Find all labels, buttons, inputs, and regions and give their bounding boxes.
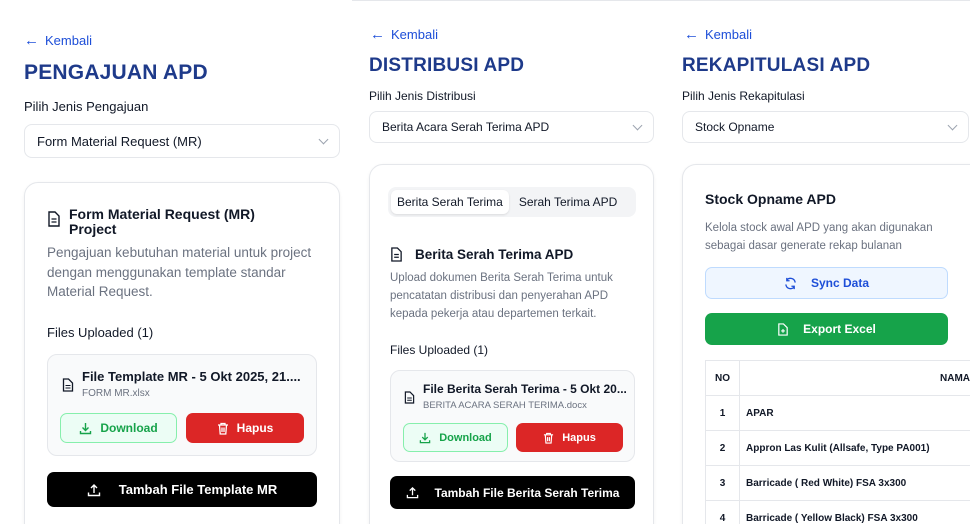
table-row: 1 APAR bbox=[705, 395, 970, 431]
table-row: 4 Barricade ( Yellow Black) FSA 3x300 bbox=[705, 500, 970, 524]
file-name: File Berita Serah Terima - 5 Okt 20... bbox=[423, 382, 627, 396]
tab-bar: Berita Serah Terima Serah Terima APD bbox=[388, 187, 636, 217]
header-no: NO bbox=[705, 360, 740, 396]
select-label: Pilih Jenis Pengajuan bbox=[24, 99, 149, 114]
select-value: Stock Opname bbox=[695, 120, 775, 134]
page-title: DISTRIBUSI APD bbox=[369, 55, 525, 76]
chevron-down-icon bbox=[318, 134, 329, 144]
back-label: Kembali bbox=[45, 33, 92, 48]
chevron-down-icon bbox=[632, 120, 643, 130]
document-icon bbox=[48, 211, 60, 227]
tab-berita-serah-terima[interactable]: Berita Serah Terima bbox=[391, 190, 509, 214]
card-title-line2: Project bbox=[69, 221, 117, 237]
card-title: Form Material Request (MR) Project bbox=[47, 207, 255, 237]
back-link[interactable]: ← Kembali bbox=[24, 33, 92, 48]
files-uploaded-label: Files Uploaded (1) bbox=[47, 325, 154, 340]
select-value: Form Material Request (MR) bbox=[37, 133, 202, 149]
page-title: PENGAJUAN APD bbox=[24, 61, 208, 84]
card-title: Stock Opname APD bbox=[705, 191, 836, 207]
table-row: 3 Barricade ( Red White) FSA 3x300 bbox=[705, 465, 970, 501]
delete-button[interactable]: Hapus bbox=[186, 413, 304, 443]
row-no: 4 bbox=[705, 500, 740, 524]
upload-icon bbox=[406, 486, 418, 499]
file-icon bbox=[404, 391, 415, 404]
arrow-left-icon: ← bbox=[370, 26, 385, 43]
select-value: Berita Acara Serah Terima APD bbox=[382, 120, 550, 134]
chevron-down-icon bbox=[947, 120, 958, 130]
file-export-icon bbox=[778, 322, 788, 336]
arrow-left-icon: ← bbox=[684, 26, 699, 43]
row-name: Barricade ( Red White) FSA 3x300 bbox=[739, 465, 970, 501]
document-icon bbox=[391, 247, 402, 262]
card-description: Kelola stock awal APD yang akan digunaka… bbox=[705, 222, 933, 253]
trash-icon bbox=[544, 432, 554, 444]
file-subname: BERITA ACARA SERAH TERIMA.docx bbox=[423, 400, 587, 411]
row-name: Barricade ( Yellow Black) FSA 3x300 bbox=[739, 500, 970, 524]
arrow-left-icon: ← bbox=[24, 32, 39, 49]
table-header-row: NO NAMA bbox=[705, 360, 970, 396]
row-no: 1 bbox=[705, 395, 740, 431]
download-button[interactable]: Download bbox=[403, 423, 508, 452]
sync-data-label: Sync Data bbox=[810, 276, 870, 290]
header-nama: NAMA bbox=[739, 360, 970, 396]
jenis-pengajuan-select[interactable]: Form Material Request (MR) bbox=[24, 124, 340, 158]
delete-label: Hapus bbox=[236, 421, 274, 435]
row-name: Appron Las Kulit (Allsafe, Type PA001) bbox=[739, 430, 970, 466]
add-template-label: Tambah File Template MR bbox=[118, 482, 278, 497]
add-template-button[interactable]: Tambah File Template MR bbox=[47, 472, 317, 507]
file-name: File Template MR - 5 Okt 2025, 21.... bbox=[82, 369, 301, 384]
delete-label: Hapus bbox=[562, 431, 596, 444]
download-icon bbox=[419, 432, 431, 443]
add-berita-label: Tambah File Berita Serah Terima bbox=[434, 485, 620, 500]
card-title-text: Berita Serah Terima APD bbox=[415, 247, 574, 262]
back-link[interactable]: ← Kembali bbox=[370, 27, 438, 42]
add-berita-button[interactable]: Tambah File Berita Serah Terima bbox=[390, 476, 635, 509]
download-label: Download bbox=[100, 421, 158, 435]
back-label: Kembali bbox=[391, 27, 438, 42]
refresh-icon bbox=[785, 277, 796, 289]
upload-icon bbox=[87, 483, 100, 496]
select-label: Pilih Jenis Distribusi bbox=[369, 89, 476, 103]
download-label: Download bbox=[439, 431, 492, 444]
back-label: Kembali bbox=[705, 27, 752, 42]
trash-icon bbox=[217, 422, 228, 435]
select-label: Pilih Jenis Rekapitulasi bbox=[682, 89, 805, 103]
page-title: REKAPITULASI APD bbox=[682, 55, 871, 76]
top-divider bbox=[670, 0, 970, 1]
row-no: 2 bbox=[705, 430, 740, 466]
tab-serah-terima-apd[interactable]: Serah Terima APD bbox=[513, 190, 624, 214]
rekapitulasi-panel: ← Kembali REKAPITULASI APD Pilih Jenis R… bbox=[670, 0, 970, 524]
distribusi-panel: ← Kembali DISTRIBUSI APD Pilih Jenis Dis… bbox=[352, 0, 670, 524]
export-excel-button[interactable]: Export Excel bbox=[705, 313, 948, 345]
file-item: File Berita Serah Terima - 5 Okt 20... B… bbox=[390, 370, 635, 462]
jenis-distribusi-select[interactable]: Berita Acara Serah Terima APD bbox=[369, 111, 654, 143]
top-divider bbox=[352, 0, 670, 1]
files-uploaded-label: Files Uploaded (1) bbox=[390, 343, 489, 357]
download-icon bbox=[80, 422, 92, 434]
file-item: File Template MR - 5 Okt 2025, 21.... FO… bbox=[47, 354, 317, 456]
row-no: 3 bbox=[705, 465, 740, 501]
stock-opname-card: Stock Opname APD Kelola stock awal APD y… bbox=[682, 164, 970, 524]
stock-table: NO NAMA 1 APAR 2 Appron Las Kulit (Allsa… bbox=[705, 360, 970, 524]
card-title: Berita Serah Terima APD bbox=[390, 247, 573, 262]
jenis-rekapitulasi-select[interactable]: Stock Opname bbox=[682, 111, 969, 143]
card-title-line1: Form Material Request (MR) bbox=[69, 206, 255, 222]
sync-data-button[interactable]: Sync Data bbox=[705, 267, 948, 299]
table-row: 2 Appron Las Kulit (Allsafe, Type PA001) bbox=[705, 430, 970, 466]
file-subname: FORM MR.xlsx bbox=[82, 388, 150, 399]
download-button[interactable]: Download bbox=[60, 413, 177, 443]
delete-button[interactable]: Hapus bbox=[516, 423, 623, 452]
mr-card: Form Material Request (MR) Project Penga… bbox=[24, 182, 340, 524]
page: ← Kembali PENGAJUAN APD Pilih Jenis Peng… bbox=[0, 0, 970, 524]
distribusi-card: Berita Serah Terima Serah Terima APD Ber… bbox=[369, 164, 654, 524]
row-name: APAR bbox=[739, 395, 970, 431]
card-description: Upload dokumen Berita Serah Terima untuk… bbox=[390, 272, 613, 320]
file-icon bbox=[62, 378, 74, 392]
pengajuan-panel: ← Kembali PENGAJUAN APD Pilih Jenis Peng… bbox=[0, 0, 352, 524]
export-excel-label: Export Excel bbox=[803, 322, 876, 336]
back-link[interactable]: ← Kembali bbox=[684, 27, 752, 42]
card-description: Pengajuan kebutuhan material untuk proje… bbox=[47, 245, 312, 300]
